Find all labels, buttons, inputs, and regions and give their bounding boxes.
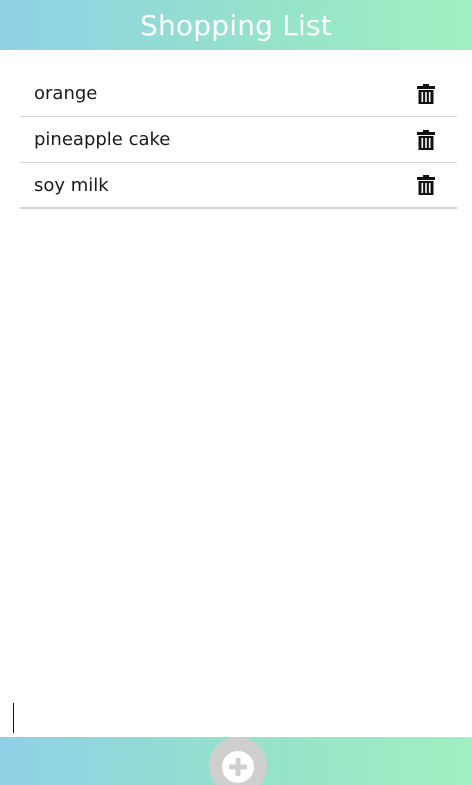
trash-icon[interactable] xyxy=(417,129,435,150)
list-item: orange xyxy=(20,71,457,117)
list-item: pineapple cake xyxy=(20,117,457,163)
page-title: Shopping List xyxy=(140,8,332,42)
shopping-list-app: Shopping List orange pineapple cake soy … xyxy=(0,0,472,785)
list-item-label: pineapple cake xyxy=(34,129,171,150)
list-item-label: orange xyxy=(34,83,98,104)
app-footer xyxy=(0,737,472,785)
trash-icon[interactable] xyxy=(417,175,435,195)
plus-circle-icon xyxy=(222,751,254,783)
shopping-list: orange pineapple cake soy milk xyxy=(20,71,457,209)
text-cursor[interactable] xyxy=(13,703,14,733)
list-item: soy milk xyxy=(20,163,457,209)
list-item-label: soy milk xyxy=(34,174,109,196)
app-header: Shopping List xyxy=(0,0,472,50)
add-item-button[interactable] xyxy=(209,737,267,785)
trash-icon[interactable] xyxy=(417,83,435,104)
